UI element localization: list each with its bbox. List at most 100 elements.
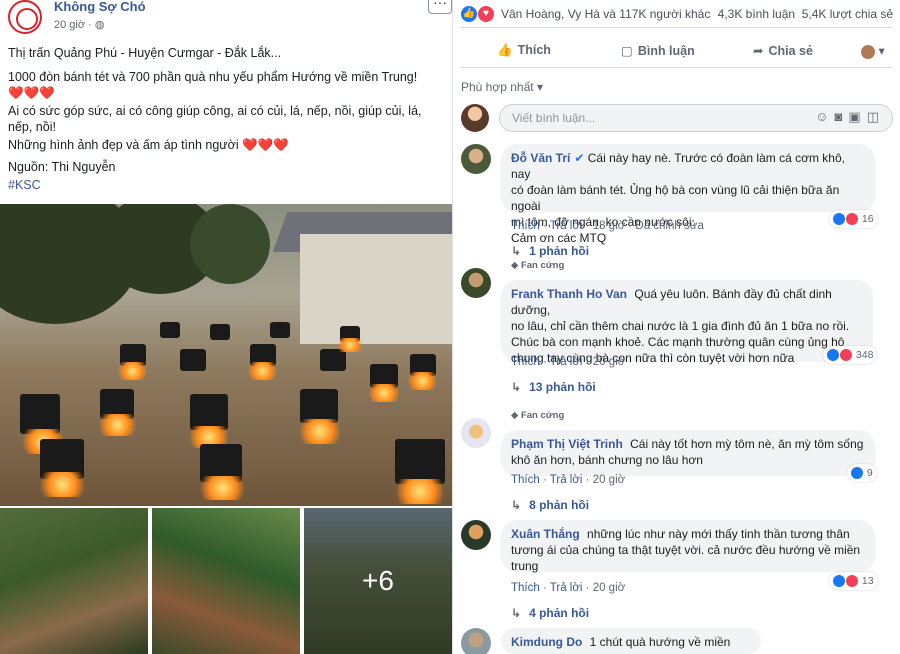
comment-reply-link[interactable]: Trả lời [550,220,583,232]
comment-time[interactable]: 20 giờ [593,474,625,486]
comment-share-counts: 4,3K bình luận 5,4K lượt chia sẻ [718,7,893,21]
like-reaction-icon [833,213,845,226]
love-reaction-icon [840,349,852,362]
comments-count-link[interactable]: 4,3K bình luận [718,7,795,21]
avatar[interactable] [461,418,491,448]
gif-icon[interactable]: ▣ [848,109,866,124]
hashtag-link[interactable]: #KSC [8,176,448,194]
shares-count-link[interactable]: 5,4K lượt chia sẻ [802,7,893,21]
replies-count[interactable]: 13 phản hồi [529,380,596,394]
post-actions-bar: 👍 Thích ▢ Bình luận ➦ Chia sẻ ▾ [461,36,893,68]
page-name-link[interactable]: Không Sợ Chó [54,0,146,14]
comment-reaction-count[interactable]: 16 [829,210,878,228]
page-avatar[interactable] [8,0,42,34]
fan-badge: ◆ Fan cứng [511,410,564,421]
replies-count[interactable]: 1 phản hồi [529,244,589,258]
badge-label: Fan cứng [520,260,565,271]
like-button[interactable]: 👍 Thích [497,43,551,58]
fan-badge: ◆ Fan cứng [511,260,564,271]
edited-label[interactable]: Đã chỉnh sửa [635,220,703,232]
sort-label: Phù hợp nhất [461,80,534,94]
post-line: Thị trấn Quảng Phú - Huyện Cưmgar - Đắk … [8,46,282,60]
comment-time[interactable]: 20 giờ [593,582,625,594]
comment-like-link[interactable]: Thích [511,474,540,486]
comment-text: khô ăn hơn, bánh chưng no lâu hơn [511,453,703,467]
view-replies-link[interactable]: ↳ 13 phản hồi [511,380,596,394]
post-photo-thumbnail[interactable] [0,508,148,654]
avatar [861,44,875,59]
like-label: Thích [517,43,551,57]
love-reaction-icon [846,575,858,588]
comment-composer: Viết bình luận... ☺◙▣◫ [461,104,893,134]
post-time-text[interactable]: 20 giờ [54,19,85,31]
avatar[interactable] [461,628,491,654]
post-photo-thumbnail[interactable] [152,508,300,654]
view-replies-link[interactable]: ↳ 1 phản hồi [511,244,589,258]
avatar[interactable] [461,268,491,298]
comment-like-link[interactable]: Thích [511,582,540,594]
comment-meta: Thích · Trả lời · 20 giờ [511,582,626,594]
sticker-icon[interactable]: ◫ [867,109,885,124]
comment-reaction-count[interactable]: 9 [847,464,877,482]
commenter-name[interactable]: Kimdung Do [511,635,582,649]
share-arrow-icon: ➦ [753,44,764,58]
comment-bubble: Xuân Thắng những lúc như này mới thấy ti… [501,520,875,573]
avatar[interactable] [461,144,491,174]
comment-like-link[interactable]: Thích [511,220,540,232]
comment-label: Bình luận [637,44,695,58]
view-replies-link[interactable]: ↳ 8 phản hồi [511,498,589,512]
comment-bubble: Đỗ Văn Trí ✔ Cái này hay nè. Trước có đoà… [501,144,875,245]
comment-reply-link[interactable]: Trả lời [550,474,583,486]
comment-meta: Thích · Trả lời · 20 giờ [511,356,626,368]
globe-icon: ◍ [94,19,105,31]
comment-meta: Thích · Trả lời · 20 giờ [511,474,626,486]
comment-text: no lâu, chỉ cần thêm chai nước là 1 gia … [511,319,850,333]
reply-arrow-icon: ↳ [511,498,522,512]
post-as-selector[interactable]: ▾ [861,43,885,59]
share-button[interactable]: ➦ Chia sẻ [753,43,813,58]
post-timestamp[interactable]: 20 giờ · ◍ [54,18,104,31]
comment-time[interactable]: 20 giờ [593,356,625,368]
replies-count[interactable]: 4 phản hồi [529,606,589,620]
comment-reply-link[interactable]: Trả lời [550,582,583,594]
emoji-icon[interactable]: ☺ [815,109,834,124]
comment-button[interactable]: ▢ Bình luận [621,43,695,58]
camera-icon[interactable]: ◙ [835,109,849,124]
badge-label: Fan cứng [520,410,565,421]
reaction-names-link[interactable]: Vân Hoàng, Vy Hà và 117K người khác [501,7,710,21]
post-source: Nguồn: Thi Nguyễn [8,160,116,174]
caret-down-icon: ▾ [878,44,885,58]
comment-bubble: Kimdung Do 1 chút quà hướng về miền trun… [501,628,761,654]
verified-icon: ✔ [574,151,585,165]
current-user-avatar[interactable] [461,104,489,132]
post-main-photo[interactable] [0,204,452,506]
avatar[interactable] [461,520,491,550]
more-options-button[interactable]: ··· [428,0,452,14]
diamond-icon: ◆ [511,410,519,421]
comment-text: Cái này tốt hơn mỳ tôm nè, ăn mỳ tôm sốn… [630,437,864,451]
commenter-name[interactable]: Phạm Thị Việt Trinh [511,437,623,451]
replies-count[interactable]: 8 phản hồi [529,498,589,512]
comment-reaction-count[interactable]: 348 [823,346,878,364]
comment-reaction-count[interactable]: 13 [829,572,878,590]
post-line: nếp, nồi! [8,120,56,134]
like-reaction-icon [851,467,863,480]
commenter-name[interactable]: Frank Thanh Ho Van [511,287,627,301]
comment-text: trung [511,559,539,573]
comment-sort-dropdown[interactable]: Phù hợp nhất ▾ [461,80,543,94]
comment-like-link[interactable]: Thích [511,356,540,368]
reaction-count-text: 16 [861,213,874,225]
reply-arrow-icon: ↳ [511,244,522,258]
commenter-name[interactable]: Xuân Thắng [511,527,580,541]
comment-reply-link[interactable]: Trả lời [550,356,583,368]
post-header: Không Sợ Chó 20 giờ · ◍ ··· [8,0,452,34]
comment-time[interactable]: 18 giờ [593,220,625,232]
caret-down-icon: ▾ [536,80,543,94]
commenter-name[interactable]: Đỗ Văn Trí [511,151,570,165]
view-replies-link[interactable]: ↳ 4 phản hồi [511,606,589,620]
comment-text: Chúc bà con mạnh khoẻ. Các mạnh thường q… [511,335,845,349]
comment-text: tương ái của chúng ta thật tuyệt vời. cả… [511,543,861,557]
comment-text: Cảm ơn các MTQ [511,231,607,245]
more-photos-overlay[interactable]: +6 [304,508,452,654]
post-panel: Không Sợ Chó 20 giờ · ◍ ··· Thị trấn Quả… [0,0,452,654]
